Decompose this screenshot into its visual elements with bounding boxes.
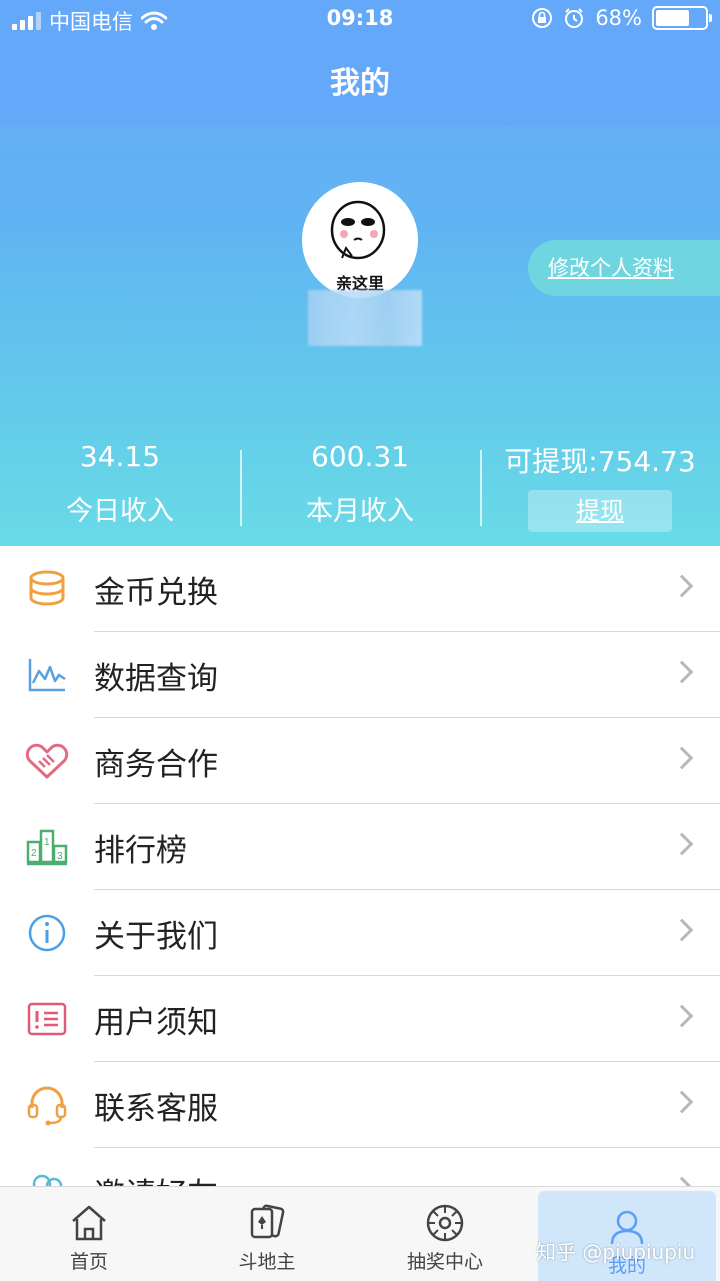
menu-item-about-us[interactable]: 关于我们 xyxy=(0,890,720,976)
menu-item-customer-service[interactable]: 联系客服 xyxy=(0,1062,720,1148)
alarm-icon xyxy=(565,8,584,28)
svg-text:3: 3 xyxy=(57,851,63,862)
menu-list: 金币兑换 数据查询 商务合作 2 1 3 排行榜 关于我们 用户须知 联系客服 xyxy=(0,546,720,1186)
status-bar: 中国电信 09:18 68% xyxy=(0,0,720,40)
withdrawable-value: 可提现:754.73 xyxy=(504,445,696,478)
menu-item-business[interactable]: 商务合作 xyxy=(0,718,720,804)
home-icon xyxy=(72,1205,106,1241)
today-income-value: 34.15 xyxy=(79,440,161,473)
tab-label: 斗地主 xyxy=(238,1251,296,1273)
income-stats: 34.15 今日收入 600.31 本月收入 可提现:754.73 提现 xyxy=(0,432,720,532)
tab-doudizhu[interactable]: 斗地主 xyxy=(178,1187,356,1281)
menu-label: 数据查询 xyxy=(94,660,218,697)
today-income-label: 今日收入 xyxy=(66,496,174,527)
svg-text:2: 2 xyxy=(31,848,37,859)
menu-label: 联系客服 xyxy=(94,1090,218,1127)
watermark: 知乎 @piupiupiu xyxy=(536,1240,696,1264)
handshake-icon xyxy=(0,741,94,781)
menu-item-data-query[interactable]: 数据查询 xyxy=(0,632,720,718)
stat-today: 34.15 今日收入 xyxy=(0,432,240,532)
svg-text:1: 1 xyxy=(44,837,50,848)
coins-icon xyxy=(0,568,94,610)
username-blurred xyxy=(308,290,422,346)
withdraw-button[interactable]: 提现 xyxy=(528,490,672,532)
stat-withdrawable: 可提现:754.73 提现 xyxy=(480,432,720,532)
profile-header: 中国电信 09:18 68% 我的 亲这里 修改个人资料 34.15 今日收入 … xyxy=(0,0,720,546)
stat-month: 600.31 本月收入 xyxy=(240,432,480,532)
menu-label: 关于我们 xyxy=(94,918,218,955)
battery-icon xyxy=(652,6,712,30)
rotation-lock-icon xyxy=(532,8,553,28)
tab-label: 首页 xyxy=(69,1251,108,1273)
menu-label: 金币兑换 xyxy=(94,574,218,611)
month-income-label: 本月收入 xyxy=(306,496,414,527)
tab-home[interactable]: 首页 xyxy=(0,1187,178,1281)
chart-line-icon xyxy=(0,657,94,693)
menu-label: 商务合作 xyxy=(94,746,218,783)
status-right: 68% xyxy=(531,6,712,30)
menu-label: 邀请好友 xyxy=(94,1169,720,1187)
battery-percent: 68% xyxy=(595,6,642,30)
avatar[interactable]: 亲这里 xyxy=(302,182,418,298)
notice-icon xyxy=(0,1002,94,1036)
edit-profile-button[interactable]: 修改个人资料 xyxy=(528,240,720,296)
info-icon xyxy=(0,913,94,953)
cards-icon xyxy=(250,1204,285,1239)
tab-bar: 首页 斗地主 抽奖中心 我的 xyxy=(0,1186,720,1281)
tab-label: 抽奖中心 xyxy=(406,1251,483,1273)
menu-item-leaderboard[interactable]: 2 1 3 排行榜 xyxy=(0,804,720,890)
menu-label: 排行榜 xyxy=(94,832,187,869)
menu-item-user-notice[interactable]: 用户须知 xyxy=(0,976,720,1062)
headset-icon xyxy=(0,1084,94,1126)
lottery-wheel-icon xyxy=(426,1204,464,1242)
month-income-value: 600.31 xyxy=(311,440,409,473)
invite-icon xyxy=(0,1170,94,1186)
tab-lottery[interactable]: 抽奖中心 xyxy=(356,1187,534,1281)
menu-label: 用户须知 xyxy=(94,1004,218,1041)
podium-icon: 2 1 3 xyxy=(0,828,94,866)
menu-item-coin-exchange[interactable]: 金币兑换 xyxy=(0,546,720,632)
page-title: 我的 xyxy=(330,66,390,101)
menu-item-invite-friends[interactable]: 邀请好友 xyxy=(0,1148,720,1186)
